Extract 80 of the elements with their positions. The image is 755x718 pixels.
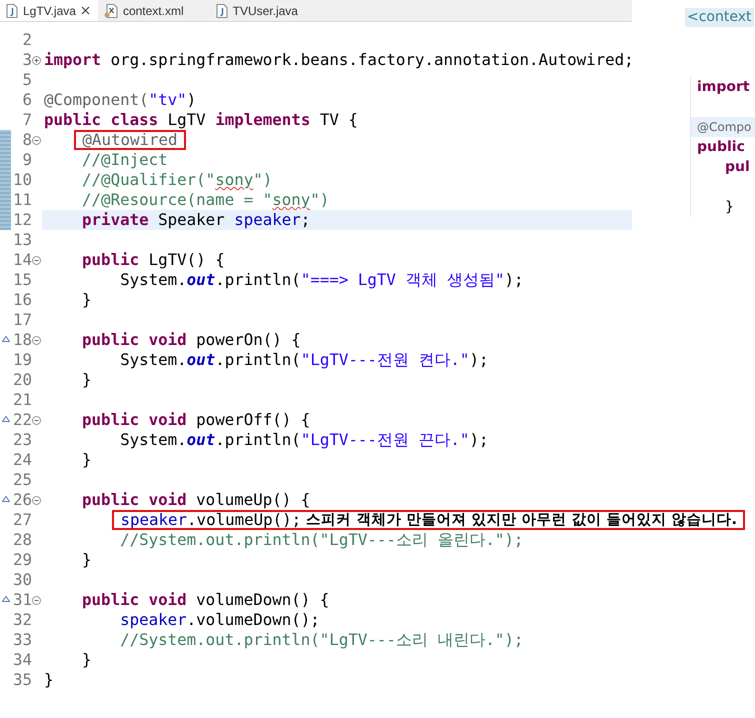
code-line: private Speaker speaker; xyxy=(82,210,310,230)
code-line: public void volumeDown() { xyxy=(82,590,330,610)
xml-tag-text: <context xyxy=(685,8,754,27)
line-number: 32 xyxy=(12,610,32,630)
fold-minus-icon[interactable] xyxy=(32,256,41,264)
code-line: public LgTV() { xyxy=(82,250,225,270)
line-number: 3 xyxy=(22,50,32,70)
code-line: //System.out.println("LgTV---소리 올린다."); xyxy=(120,530,524,550)
line-number: 21 xyxy=(12,390,32,410)
line-number: 15 xyxy=(12,270,32,290)
java-file-icon xyxy=(216,4,228,18)
line-number: 26 xyxy=(12,490,32,510)
code-line: public void powerOn() { xyxy=(82,330,301,350)
fold-minus-icon[interactable] xyxy=(32,416,41,424)
line-number: 24 xyxy=(12,450,32,470)
line-number: 30 xyxy=(12,570,32,590)
line-number: 13 xyxy=(12,230,32,250)
editor-tab[interactable]: context.xml xyxy=(98,0,210,21)
fold-minus-icon[interactable] xyxy=(32,496,41,504)
code-line: @Autowired xyxy=(82,132,178,148)
line-number: 6 xyxy=(22,90,32,110)
editor-tab[interactable]: TVUser.java xyxy=(210,0,306,21)
editor-tab[interactable]: LgTV.java xyxy=(0,0,98,21)
fold-minus-icon[interactable] xyxy=(32,136,41,144)
line-number: 25 xyxy=(12,470,32,490)
code-line: speaker.volumeUp(); xyxy=(120,512,302,528)
code-line: System.out.println("LgTV---전원 켠다."); xyxy=(120,350,488,370)
code-line: //@Inject xyxy=(82,150,168,170)
code-line: System.out.println("===> LgTV 객체 생성됨"); xyxy=(120,270,524,290)
line-number: 8 xyxy=(22,130,32,150)
line-number: 29 xyxy=(12,550,32,570)
xml-file-icon xyxy=(104,4,118,18)
line-number: 20 xyxy=(12,370,32,390)
line-number: 14 xyxy=(12,250,32,270)
line-number: 10 xyxy=(12,170,32,190)
line-number: 5 xyxy=(22,70,32,90)
line-number: 23 xyxy=(12,430,32,450)
code-line: import xyxy=(697,79,750,95)
fold-minus-icon[interactable] xyxy=(32,596,41,604)
line-number: 31 xyxy=(12,590,32,610)
code-line: public void powerOff() { xyxy=(82,410,310,430)
annotation-text: 스피커 객체가 만들어져 있지만 아무런 값이 들어있지 않습니다. xyxy=(306,512,738,528)
code-line: //System.out.println("LgTV---소리 내린다."); xyxy=(120,630,524,650)
code-line: } xyxy=(82,550,92,570)
code-line: } xyxy=(82,370,92,390)
code-line: } xyxy=(82,450,92,470)
line-number: 17 xyxy=(12,310,32,330)
code-line: } xyxy=(44,670,54,690)
fold-minus-icon[interactable] xyxy=(32,336,41,344)
code-line: System.out.println("LgTV---전원 끈다."); xyxy=(120,430,488,450)
code-line: @Compo xyxy=(697,120,752,134)
code-line: public void volumeUp() { xyxy=(82,490,310,510)
line-number: 34 xyxy=(12,650,32,670)
line-number: 19 xyxy=(12,350,32,370)
code-line: import org.springframework.beans.factory.annotation.Autowired; xyxy=(44,50,634,70)
code-line: speaker.volumeDown(); xyxy=(120,610,320,630)
java-file-icon xyxy=(6,4,18,18)
line-number: 9 xyxy=(22,150,32,170)
code-line: public xyxy=(697,139,745,155)
line-number: 7 xyxy=(22,110,32,130)
line-number: 12 xyxy=(12,210,32,230)
code-line: } xyxy=(82,290,92,310)
code-line: pul xyxy=(725,159,750,175)
code-line: public class LgTV implements TV { xyxy=(44,110,358,130)
code-line: //@Resource(name = "sony") xyxy=(82,190,330,210)
code-line: @Component("tv") xyxy=(44,90,196,110)
line-number: 22 xyxy=(12,410,32,430)
line-number: 16 xyxy=(12,290,32,310)
fold-plus-icon[interactable] xyxy=(32,56,41,64)
line-number: 2 xyxy=(22,30,32,50)
line-number: 28 xyxy=(12,530,32,550)
line-number: 11 xyxy=(12,190,32,210)
line-number: 27 xyxy=(12,510,32,530)
line-number: 18 xyxy=(12,330,32,350)
code-line: //@Qualifier("sony") xyxy=(82,170,272,190)
code-line: } xyxy=(725,199,734,215)
line-number: 35 xyxy=(12,670,32,690)
close-icon[interactable] xyxy=(80,6,90,15)
code-line: } xyxy=(82,650,92,670)
line-number: 33 xyxy=(12,630,32,650)
